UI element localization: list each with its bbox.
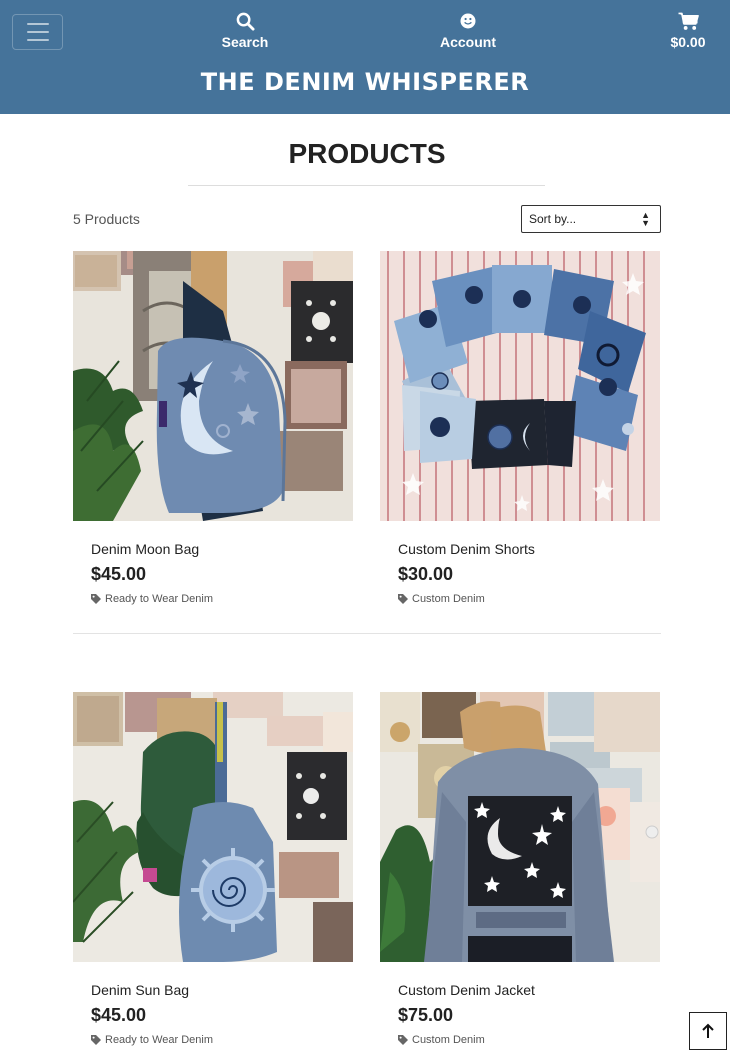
search-label: Search xyxy=(221,34,269,50)
cart-total: $0.00 xyxy=(670,34,706,50)
tag-icon xyxy=(91,1035,101,1045)
product-category[interactable]: Ready to Wear Denim xyxy=(91,593,213,605)
cart-link[interactable]: $0.00 xyxy=(664,10,712,50)
product-price: $75.00 xyxy=(398,1005,454,1025)
account-label: Account xyxy=(440,34,496,50)
denim-moon-bag-photo[interactable] xyxy=(73,251,353,521)
custom-denim-jacket-photo[interactable] xyxy=(380,692,660,962)
product-name[interactable]: Custom Denim Jacket xyxy=(398,982,535,998)
title-divider xyxy=(188,185,545,186)
tag-icon xyxy=(398,1035,408,1045)
product-category[interactable]: Custom Denim xyxy=(398,1034,485,1046)
search-link[interactable]: Search xyxy=(221,10,269,50)
product-name[interactable]: Denim Sun Bag xyxy=(91,982,189,998)
denim-sun-bag-photo[interactable] xyxy=(73,692,353,962)
product-category-label: Ready to Wear Denim xyxy=(105,1034,214,1046)
product-card[interactable]: Custom Denim Jacket $75.00 Custom Denim xyxy=(380,692,660,1058)
product-card[interactable]: Denim Moon Bag $45.00 Ready to Wear Deni… xyxy=(73,251,353,621)
search-icon xyxy=(236,10,255,32)
tag-icon xyxy=(91,594,101,604)
product-category[interactable]: Ready to Wear Denim xyxy=(91,1034,213,1046)
hamburger-icon xyxy=(26,23,49,25)
site-header: Search Account $0.00 THE DENIM WHISPERER xyxy=(0,0,730,114)
product-price: $45.00 xyxy=(91,564,147,584)
row-divider xyxy=(73,633,661,634)
product-category-label: Ready to Wear Denim xyxy=(105,593,214,605)
sort-select[interactable]: Sort by... ▲ ▼ xyxy=(521,205,661,233)
page-title: PRODUCTS xyxy=(288,138,446,169)
account-link[interactable]: Account xyxy=(436,10,500,50)
product-card[interactable]: Custom Denim Shorts $30.00 Custom Denim xyxy=(380,251,660,621)
product-price: $30.00 xyxy=(398,564,454,584)
smiley-icon xyxy=(460,10,476,32)
product-category-label: Custom Denim xyxy=(412,593,485,605)
tag-icon xyxy=(398,594,408,604)
back-to-top-button[interactable] xyxy=(689,1012,727,1050)
custom-denim-shorts-photo[interactable] xyxy=(380,251,660,521)
menu-toggle-button[interactable] xyxy=(12,14,63,50)
product-name[interactable]: Custom Denim Shorts xyxy=(398,541,535,557)
product-card[interactable]: Denim Sun Bag $45.00 Ready to Wear Denim xyxy=(73,692,353,1058)
arrow-up-icon xyxy=(702,1023,714,1038)
product-price: $45.00 xyxy=(91,1005,147,1025)
brand-logo[interactable]: THE DENIM WHISPERER xyxy=(0,68,730,96)
product-count: 5 Products xyxy=(73,211,140,227)
sort-select-value: Sort by... xyxy=(529,212,577,226)
product-category[interactable]: Custom Denim xyxy=(398,593,485,605)
product-name[interactable]: Denim Moon Bag xyxy=(91,541,199,557)
select-caret-icon: ▲ ▼ xyxy=(641,210,650,228)
cart-icon xyxy=(678,10,699,32)
product-category-label: Custom Denim xyxy=(412,1034,485,1046)
